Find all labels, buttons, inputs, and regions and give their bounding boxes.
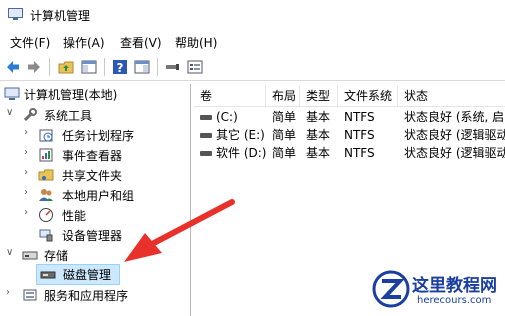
table-row[interactable]: (C:) 简单 基本 NTFS 状态良好 (系统, 启 [194,108,505,126]
toolbar-separator [49,58,50,76]
menu-file[interactable]: 文件(F) [10,34,50,51]
tree-label: 存储 [44,249,69,263]
column-header-status[interactable]: 状态 [398,86,505,106]
event-viewer-icon [39,148,53,162]
type-cell: 基本 [306,110,331,124]
volume-cell: 其它 (E:) [194,126,266,144]
task-scheduler-icon [39,129,53,142]
title-bar: 计算机管理 [0,0,505,30]
computer-management-icon [4,87,20,100]
svg-text:?: ? [117,61,124,75]
storage-icon [22,251,38,260]
console-tree: 计算机管理(本地) ∨ 系统工具 › 任务计划程序 › 事件查看器 › 共享文件… [0,84,191,316]
connect-icon[interactable] [164,58,182,76]
tree-label: 设备管理器 [62,229,123,243]
tree-label: 共享文件夹 [62,169,123,183]
list-view-icon[interactable] [186,58,204,76]
chevron-right-icon[interactable]: › [24,147,28,158]
chevron-right-icon[interactable]: › [24,207,28,218]
table-row[interactable]: 其它 (E:) 简单 基本 NTFS 状态良好 (逻辑驱动 [194,126,505,144]
drive-icon [200,133,212,138]
menu-help[interactable]: 帮助(H) [175,34,217,51]
column-header-volume[interactable]: 卷 [194,86,266,106]
watermark-logo: 这里教程网 herecours.com [370,268,505,316]
drive-icon [200,151,212,156]
table-header: 卷 布局 类型 文件系统 状态 [194,86,505,107]
watermark-url: herecours.com [417,295,492,306]
window-title: 计算机管理 [30,9,91,23]
shared-folder-icon [38,169,54,181]
computer-management-icon [8,8,23,20]
status-cell: 状态良好 (逻辑驱动 [404,146,505,160]
volume-cell: (C:) [194,108,266,126]
show-hide-console-tree-icon[interactable] [80,58,98,76]
chevron-down-icon[interactable]: ∨ [6,247,13,258]
tree-node-local-users[interactable]: › 本地用户和组 [4,185,184,205]
tree-label: 本地用户和组 [62,189,135,203]
volume-name: (C:) [216,110,238,124]
layout-cell: 简单 [272,146,297,160]
tree-node-device-manager[interactable]: 设备管理器 [4,225,184,245]
toolbar: ? [0,54,505,81]
column-header-filesystem[interactable]: 文件系统 [338,86,398,106]
tree-label: 磁盘管理 [63,268,112,282]
type-cell: 基本 [306,128,331,142]
tree-node-system-tools[interactable]: ∨ 系统工具 [4,105,184,125]
device-manager-icon [39,229,53,242]
watermark-z-icon [372,270,410,308]
users-icon [39,189,53,201]
tree-label: 任务计划程序 [62,129,135,143]
tree-node-disk-management[interactable]: 磁盘管理 [36,264,120,285]
services-icon [23,289,37,301]
tree-label: 系统工具 [44,109,93,123]
menu-bar: 文件(F) 操作(A) 查看(V) 帮助(H) [0,31,505,53]
menu-view[interactable]: 查看(V) [120,34,162,51]
column-header-type[interactable]: 类型 [300,86,338,106]
help-icon[interactable]: ? [111,58,129,76]
tree-node-performance[interactable]: › 性能 [4,205,184,225]
filesystem-cell: NTFS [344,110,375,124]
menu-action[interactable]: 操作(A) [63,34,105,51]
layout-cell: 简单 [272,128,297,142]
filesystem-cell: NTFS [344,128,375,142]
status-cell: 状态良好 (系统, 启 [404,110,505,124]
chevron-right-icon[interactable]: › [6,287,10,298]
performance-icon [39,208,53,222]
toolbar-separator [157,58,158,76]
volume-cell: 软件 (D:) [194,144,266,162]
properties-icon[interactable] [133,58,151,76]
tree-label: 事件查看器 [62,149,123,163]
tree-label: 服务和应用程序 [44,289,129,303]
volume-name: 其它 (E:) [216,128,265,142]
tree-node-event-viewer[interactable]: › 事件查看器 [4,145,184,165]
filesystem-cell: NTFS [344,146,375,160]
volume-name: 软件 (D:) [216,146,266,160]
chevron-right-icon[interactable]: › [24,167,28,178]
chevron-right-icon[interactable]: › [24,127,28,138]
watermark-title: 这里教程网 [412,276,497,296]
forward-icon[interactable] [25,58,43,76]
chevron-right-icon[interactable]: › [24,187,28,198]
tree-node-storage[interactable]: ∨ 存储 [4,245,184,265]
type-cell: 基本 [306,146,331,160]
tree-node-services-apps[interactable]: › 服务和应用程序 [4,285,184,305]
chevron-down-icon[interactable]: ∨ [6,107,13,118]
drive-icon [200,115,212,120]
tree-node-shared-folders[interactable]: › 共享文件夹 [4,165,184,185]
tree-node-root[interactable]: 计算机管理(本地) [4,84,184,104]
status-cell: 状态良好 (逻辑驱动 [404,128,505,142]
disk-icon [40,271,56,279]
up-folder-icon[interactable] [57,58,75,76]
tree-node-task-scheduler[interactable]: › 任务计划程序 [4,125,184,145]
column-header-layout[interactable]: 布局 [266,86,300,106]
tools-icon [23,108,37,122]
back-icon[interactable] [4,58,22,76]
tree-label: 计算机管理(本地) [24,88,118,102]
toolbar-separator [104,58,105,76]
layout-cell: 简单 [272,110,297,124]
table-row[interactable]: 软件 (D:) 简单 基本 NTFS 状态良好 (逻辑驱动 [194,144,505,162]
tree-label: 性能 [62,209,87,223]
